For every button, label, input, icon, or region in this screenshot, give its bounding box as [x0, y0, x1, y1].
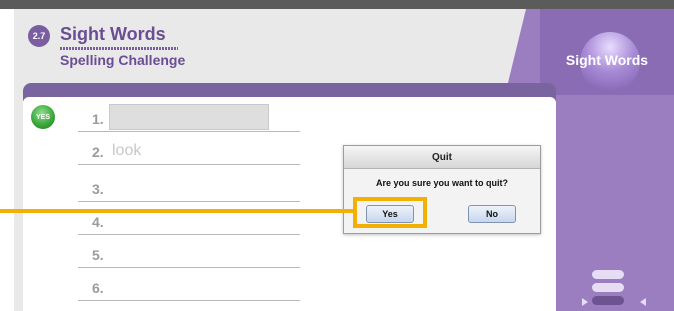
arrow-right-icon: [582, 298, 588, 306]
lesson-number-badge: 2.7: [28, 25, 50, 47]
word-number: 2.: [92, 144, 104, 160]
word-number: 5.: [92, 247, 104, 263]
sidebar-title: Sight Words: [565, 52, 649, 68]
word-number: 3.: [92, 181, 104, 197]
lesson-title: Sight Words: [60, 24, 166, 44]
callout-line: [0, 209, 357, 213]
word-input-field[interactable]: [109, 104, 269, 130]
yes-button-highlight: [353, 197, 427, 228]
lesson-subtitle: Spelling Challenge: [60, 52, 186, 68]
dialog-title: Quit: [344, 146, 540, 169]
menu-button[interactable]: [592, 270, 636, 309]
dialog-message: Are you sure you want to quit?: [375, 178, 508, 188]
word-row: 6.: [78, 276, 300, 301]
top-bar: [0, 0, 674, 9]
yes-badge-icon: YES: [31, 105, 55, 129]
title-divider: [60, 47, 178, 50]
word-number: 1.: [92, 111, 104, 127]
menu-bar-selected-icon: [592, 296, 624, 305]
word-text: look: [112, 142, 142, 159]
word-number: 6.: [92, 280, 104, 296]
word-number: 4.: [92, 214, 104, 230]
word-row: 3.: [78, 177, 300, 202]
word-row: 5.: [78, 243, 300, 268]
sidebar-corner: [506, 9, 526, 91]
menu-bar-icon: [592, 283, 624, 292]
word-row: 4.: [78, 210, 300, 235]
no-button[interactable]: No: [468, 205, 516, 223]
arrow-left-icon: [640, 298, 646, 306]
word-row: 2. look: [78, 140, 300, 165]
menu-bar-icon: [592, 270, 624, 279]
